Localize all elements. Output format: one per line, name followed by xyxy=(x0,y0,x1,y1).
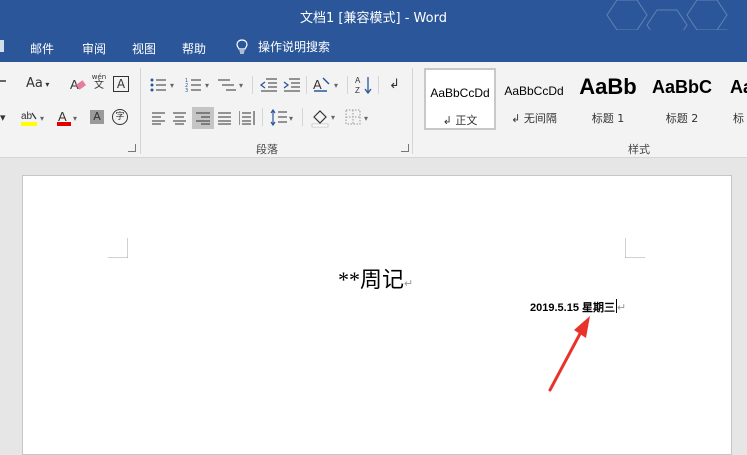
distributed-icon[interactable] xyxy=(239,110,255,126)
svg-text:▾: ▾ xyxy=(289,114,293,123)
style-name: 标 xyxy=(733,112,744,125)
style-sample: AaB xyxy=(730,77,747,97)
borders-icon[interactable]: ▾ xyxy=(345,109,373,127)
inner-separator xyxy=(262,108,263,126)
character-shading-icon[interactable]: A xyxy=(90,110,104,124)
numbering-icon[interactable]: 1 2 3 ▾ xyxy=(185,77,215,93)
ribbon-tabs: 邮件 审阅 视图 帮助 操作说明搜索 xyxy=(0,30,747,62)
tell-me-label: 操作说明搜索 xyxy=(258,40,331,54)
tab-review[interactable]: 审阅 xyxy=(82,40,106,57)
align-left-icon[interactable] xyxy=(152,111,166,125)
increase-indent-icon[interactable] xyxy=(283,77,301,93)
inner-separator xyxy=(378,76,379,94)
style-heading-1[interactable]: AaBb 标题 1 xyxy=(572,68,644,130)
style-name: 标题 1 xyxy=(591,112,625,125)
svg-text:3: 3 xyxy=(185,88,188,93)
justify-icon[interactable] xyxy=(218,111,232,125)
bullets-icon[interactable]: ▾ xyxy=(150,77,180,93)
svg-text:▾: ▾ xyxy=(364,114,368,123)
paragraph-mark-icon: ↵ xyxy=(404,278,414,290)
multilevel-list-icon[interactable]: ▾ xyxy=(218,77,248,93)
clear-formatting-icon[interactable]: A xyxy=(68,76,86,92)
group-separator xyxy=(140,68,141,154)
document-page[interactable] xyxy=(22,175,732,455)
sort-icon[interactable]: A Z xyxy=(355,75,373,95)
paragraph-mark-icon: ↵ xyxy=(617,302,627,314)
style-partial[interactable]: AaB 标 xyxy=(720,68,747,130)
style-name: 标题 2 xyxy=(665,112,699,125)
document-title[interactable]: **周记↵ xyxy=(338,262,413,294)
inner-separator xyxy=(347,76,348,94)
margin-corner-top-left xyxy=(108,238,128,258)
change-case-icon[interactable]: Aa ▾ xyxy=(26,77,49,90)
partial-arrow-icon[interactable]: ▾ xyxy=(0,112,6,123)
chinese-layout-icon[interactable]: A ▾ xyxy=(313,76,343,94)
group-separator xyxy=(412,68,413,154)
paragraph-dialog-launcher[interactable] xyxy=(401,144,409,152)
svg-text:▾: ▾ xyxy=(239,81,243,90)
style-no-spacing[interactable]: AaBbCcDd ↲ 无间隔 xyxy=(498,68,570,130)
styles-group-label: 样式 xyxy=(628,143,650,156)
svg-text:▾: ▾ xyxy=(205,81,209,90)
line-spacing-icon[interactable]: ▾ xyxy=(270,109,298,127)
paragraph-group-label: 段落 xyxy=(256,143,278,156)
style-name: ↲ 无间隔 xyxy=(511,112,557,125)
enclose-characters-icon[interactable]: 字 xyxy=(112,109,128,125)
lightbulb-icon xyxy=(236,38,248,54)
style-normal[interactable]: AaBbCcDd ↲ 正文 xyxy=(424,68,496,130)
style-sample: AaBbCcDd xyxy=(430,86,490,100)
svg-text:A: A xyxy=(58,109,67,124)
show-hide-marks-icon[interactable]: ↲ xyxy=(389,78,400,91)
font-dialog-launcher[interactable] xyxy=(128,144,136,152)
character-border-icon[interactable]: A xyxy=(113,76,129,92)
inner-separator xyxy=(252,76,253,94)
align-center-icon[interactable] xyxy=(173,111,187,125)
style-heading-2[interactable]: AaBbC 标题 2 xyxy=(646,68,718,130)
style-name: ↲ 正文 xyxy=(442,114,478,127)
svg-text:ab: ab xyxy=(21,111,33,122)
style-sample: AaBb xyxy=(579,74,637,99)
tab-help[interactable]: 帮助 xyxy=(182,40,206,57)
svg-text:▾: ▾ xyxy=(331,113,335,122)
document-date-line[interactable]: 2019.5.15 星期三 ↵ xyxy=(530,299,626,315)
style-sample: AaBbCcDd xyxy=(504,84,564,98)
svg-text:A: A xyxy=(313,77,322,92)
style-sample: AaBbC xyxy=(651,77,712,97)
tab-cutoff[interactable] xyxy=(0,40,4,52)
svg-text:▾: ▾ xyxy=(40,114,44,123)
margin-corner-top-right xyxy=(625,238,645,258)
decrease-indent-icon[interactable] xyxy=(260,77,278,93)
partial-icon[interactable] xyxy=(0,80,6,82)
text-highlight-color-icon[interactable]: ab ▾ xyxy=(20,109,50,127)
title-bar: 文档1 [兼容模式] - Word xyxy=(0,0,747,60)
tell-me-search[interactable]: 操作说明搜索 xyxy=(236,38,330,55)
tab-view[interactable]: 视图 xyxy=(132,40,156,57)
svg-text:A: A xyxy=(355,76,361,85)
inner-separator xyxy=(306,76,307,94)
shading-icon[interactable]: ▾ xyxy=(311,108,339,128)
font-color-icon[interactable]: A ▾ xyxy=(56,109,82,127)
svg-text:▾: ▾ xyxy=(170,81,174,90)
styles-gallery: AaBbCcDd ↲ 正文 AaBbCcDd ↲ 无间隔 AaBb 标题 1 A… xyxy=(424,68,747,132)
document-canvas xyxy=(0,159,747,455)
phonetic-guide-icon[interactable]: wén 文 xyxy=(90,74,108,91)
tab-mailings[interactable]: 邮件 xyxy=(30,40,54,57)
align-right-icon[interactable] xyxy=(192,107,214,129)
svg-text:▾: ▾ xyxy=(334,81,338,90)
svg-text:▾: ▾ xyxy=(73,114,77,123)
ribbon: ▾ Aa ▾ A wén 文 A ab ▾ A ▾ A 字 ▾ 1 2 3 ▾ … xyxy=(0,62,747,158)
inner-separator xyxy=(302,108,303,126)
svg-text:Z: Z xyxy=(355,86,360,95)
